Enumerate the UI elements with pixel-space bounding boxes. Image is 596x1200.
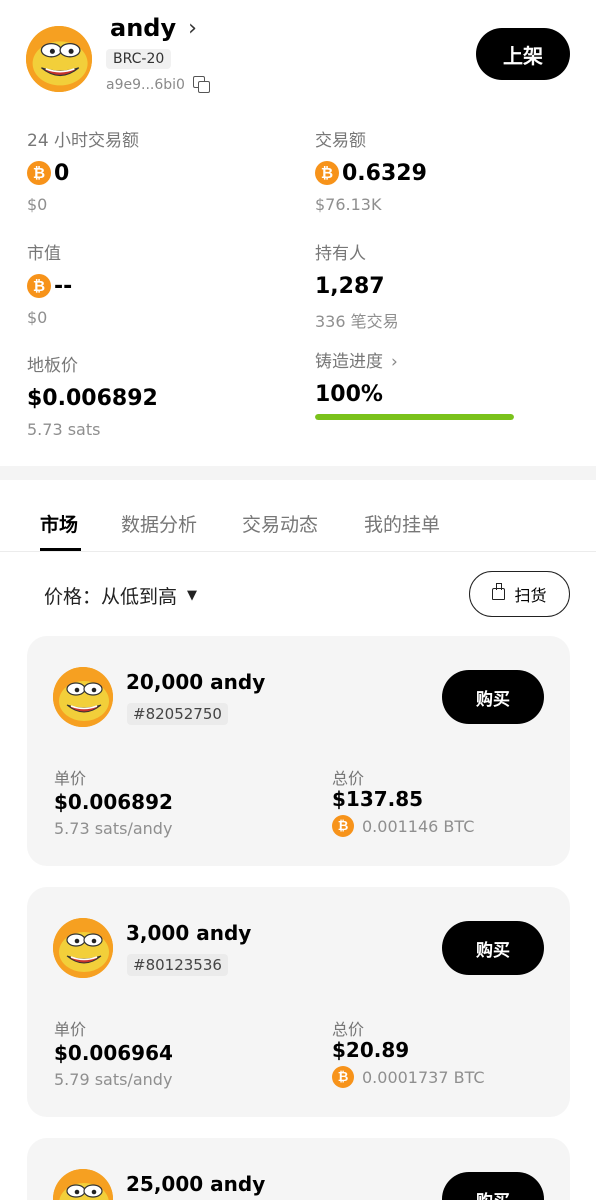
stat-label: 交易额 [315, 131, 366, 151]
sort-label: 价格：从低到高 [44, 586, 178, 608]
section-divider [0, 466, 596, 480]
bitcoin-icon: ₿ [27, 274, 51, 298]
total-price-btc: 0.0001737 BTC [362, 1067, 485, 1087]
tab-my-listings[interactable]: 我的挂单 [364, 510, 440, 537]
unit-price-sats: 5.73 sats/andy [54, 819, 173, 838]
unit-price-label: 单价 [54, 769, 87, 788]
total-price-label: 总价 [332, 769, 365, 788]
unit-price-label: 单价 [54, 1020, 87, 1039]
pepe-meme-avatar-icon [53, 1169, 113, 1200]
mint-progress-value: 100% [315, 381, 383, 407]
token-name: andy [110, 14, 177, 42]
stat-label: 持有人 [315, 244, 366, 264]
caret-down-icon: ▼ [187, 588, 198, 603]
token-header: andy › BRC-20 a9e9...6bi0 上架 [0, 0, 596, 110]
floor-price-sats: 5.73 sats [27, 420, 101, 439]
floor-price-value: $0.006892 [27, 385, 158, 411]
stat-mint-progress[interactable]: 铸造进度 › 100% [315, 347, 398, 408]
stat-volume-total: 交易额 ₿ 0.6329 $76.13K [315, 126, 427, 214]
stat-value: ₿ -- [27, 272, 72, 300]
buy-button[interactable]: 购买 [442, 670, 544, 724]
stat-volume-24h: 24 小时交易额 ₿ 0 $0 [27, 126, 139, 214]
sweep-label: 扫货 [514, 586, 547, 605]
pepe-meme-avatar-icon [53, 918, 113, 978]
address-text: a9e9...6bi0 [106, 77, 185, 93]
listing-quantity: 3,000 andy [126, 921, 252, 945]
buy-button[interactable]: 购买 [442, 1172, 544, 1200]
mint-progress-bar [315, 414, 514, 420]
stat-label: 铸造进度 [315, 352, 383, 372]
total-price-btc-row: ₿ 0.0001737 BTC [332, 1066, 485, 1088]
pepe-meme-avatar-icon [26, 26, 92, 92]
tab-bar: 市场 数据分析 交易动态 我的挂单 [0, 480, 596, 552]
volume-24h-value: 0 [54, 160, 70, 186]
stat-label: 市值 [27, 244, 61, 264]
unit-price-value: $0.006964 [54, 1041, 173, 1065]
total-price-label: 总价 [332, 1020, 365, 1039]
market-cap-value: -- [54, 273, 73, 299]
inscription-number: #82052750 [127, 703, 228, 725]
broom-icon [492, 583, 506, 600]
buy-button[interactable]: 购买 [442, 921, 544, 975]
stat-market-cap: 市值 ₿ -- $0 [27, 239, 72, 327]
copy-icon[interactable] [192, 76, 211, 94]
inscription-number: #80123536 [127, 954, 228, 976]
tab-analytics[interactable]: 数据分析 [121, 510, 197, 537]
stat-floor-price: 地板价 $0.006892 5.73 sats [27, 351, 158, 439]
bitcoin-icon: ₿ [27, 161, 51, 185]
bitcoin-icon: ₿ [332, 1066, 354, 1088]
chevron-right-icon: › [188, 15, 197, 41]
volume-total-value: 0.6329 [342, 160, 427, 186]
listing-card[interactable]: 25,000 andy 购买 [27, 1138, 570, 1200]
standard-badge: BRC-20 [106, 49, 172, 69]
pepe-meme-avatar-icon [53, 667, 113, 727]
mint-progress-fill [315, 414, 514, 420]
sweep-button[interactable]: 扫货 [469, 571, 570, 617]
sort-dropdown[interactable]: 价格：从低到高 ▼ [44, 582, 197, 609]
holders-value: 1,287 [315, 273, 385, 299]
volume-total-usd: $76.13K [315, 195, 382, 214]
listing-card[interactable]: 20,000 andy #82052750 购买 单价 $0.006892 5.… [27, 636, 570, 866]
unit-price-sats: 5.79 sats/andy [54, 1070, 173, 1089]
bitcoin-icon: ₿ [332, 815, 354, 837]
tab-activity[interactable]: 交易动态 [242, 510, 318, 537]
stat-value: ₿ 0.6329 [315, 159, 427, 187]
chevron-right-icon: › [391, 352, 398, 372]
total-price-btc-row: ₿ 0.001146 BTC [332, 815, 474, 837]
market-cap-usd: $0 [27, 308, 48, 327]
tab-market[interactable]: 市场 [40, 510, 78, 537]
token-address: a9e9...6bi0 [106, 76, 211, 94]
listing-quantity: 20,000 andy [126, 670, 266, 694]
total-price-usd: $20.89 [332, 1038, 410, 1062]
listing-card[interactable]: 3,000 andy #80123536 购买 单价 $0.006964 5.7… [27, 887, 570, 1117]
unit-price-value: $0.006892 [54, 790, 173, 814]
token-name-link[interactable]: andy › [110, 14, 197, 42]
total-price-usd: $137.85 [332, 787, 424, 811]
volume-24h-usd: $0 [27, 195, 48, 214]
stat-value: ₿ 0 [27, 159, 139, 187]
mint-progress-label-row: 铸造进度 › [315, 347, 398, 372]
stat-label: 24 小时交易额 [27, 131, 140, 151]
bitcoin-icon: ₿ [315, 161, 339, 185]
stat-label: 地板价 [27, 356, 78, 376]
total-price-btc: 0.001146 BTC [362, 816, 475, 836]
listing-quantity: 25,000 andy [126, 1172, 266, 1196]
stat-holders: 持有人 1,287 336 笔交易 [315, 239, 399, 332]
transactions-count: 336 笔交易 [315, 312, 399, 331]
list-for-sale-button[interactable]: 上架 [476, 28, 570, 80]
active-tab-indicator [40, 548, 81, 551]
